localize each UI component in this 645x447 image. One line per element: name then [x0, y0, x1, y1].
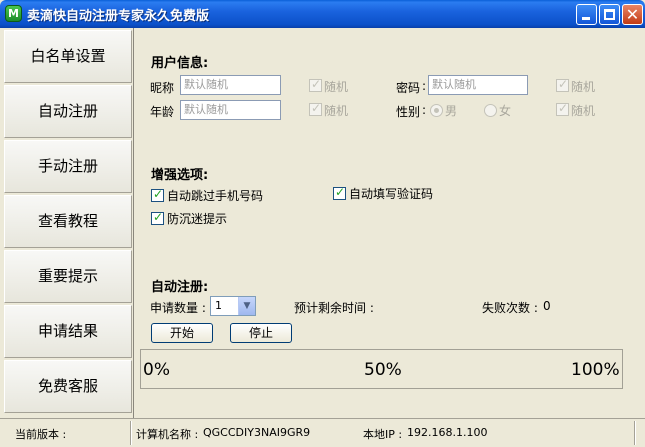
quantity-label: 申请数量 :: [150, 301, 206, 315]
gender-random-checkbox[interactable]: ✓: [556, 101, 569, 116]
status-divider: [634, 421, 636, 445]
ip-value: 192.168.1.100: [407, 426, 488, 439]
sidebar-item-manual-register[interactable]: 手动注册: [4, 140, 132, 193]
app-icon: M: [5, 5, 22, 22]
male-label: 男: [445, 104, 458, 118]
progress-bar: 0% 50% 100%: [140, 349, 623, 389]
anti-addiction-checkbox[interactable]: ✓: [151, 210, 164, 225]
skip-phone-label: 自动跳过手机号码: [167, 189, 264, 203]
nickname-input[interactable]: 默认随机: [180, 75, 281, 95]
computer-name-label: 计算机名称 :: [136, 428, 199, 441]
sidebar: 白名单设置 自动注册 手动注册 查看教程 重要提示 申请结果 免费客服: [2, 28, 132, 418]
password-random-label: 随机: [571, 80, 596, 94]
ip-label: 本地IP :: [363, 428, 403, 441]
main-panel: 用户信息: 昵称 默认随机 ✓ 随机 密码 : 默认随机 ✓ 随机 年龄 默认随…: [133, 28, 642, 418]
check-icon: ✓: [153, 210, 164, 224]
remaining-time-label: 预计剩余时间 :: [294, 301, 374, 315]
gender-colon: :: [422, 103, 427, 117]
male-radio[interactable]: [430, 104, 443, 117]
age-random-label: 随机: [324, 104, 349, 118]
fail-count-value: 0: [543, 299, 551, 313]
age-label: 年龄: [150, 105, 175, 119]
nickname-label: 昵称: [150, 81, 175, 95]
maximize-icon: [604, 9, 615, 20]
fail-count-label: 失败次数 :: [482, 301, 538, 315]
user-info-title: 用户信息:: [151, 56, 209, 71]
sidebar-item-customer-service[interactable]: 免费客服: [4, 360, 132, 413]
radio-dot-icon: [434, 108, 439, 113]
maximize-button[interactable]: [599, 4, 620, 25]
age-input[interactable]: 默认随机: [180, 100, 281, 120]
close-icon: ✕: [625, 5, 640, 24]
progress-label-0: 0%: [143, 360, 170, 380]
sidebar-item-important-tips[interactable]: 重要提示: [4, 250, 132, 303]
female-label: 女: [499, 104, 512, 118]
auto-captcha-checkbox[interactable]: ✓: [333, 185, 346, 200]
check-icon: ✓: [311, 101, 322, 115]
check-icon: ✓: [311, 77, 322, 91]
female-radio[interactable]: [484, 104, 497, 117]
anti-addiction-label: 防沉迷提示: [167, 212, 228, 226]
gender-label: 性别: [396, 105, 421, 119]
check-icon: ✓: [558, 101, 569, 115]
sidebar-item-tutorial[interactable]: 查看教程: [4, 195, 132, 248]
quantity-select[interactable]: 1 ▼: [210, 296, 256, 316]
close-button[interactable]: ✕: [622, 4, 643, 25]
version-label: 当前版本 :: [15, 428, 67, 441]
progress-label-100: 100%: [571, 360, 620, 380]
check-icon: ✓: [558, 77, 569, 91]
check-icon: ✓: [153, 187, 164, 201]
sidebar-item-whitelist[interactable]: 白名单设置: [4, 30, 132, 83]
app-window: M 卖滴快自动注册专家永久免费版 ✕ 白名单设置 自动注册 手动注册 查看教程 …: [0, 0, 645, 447]
check-icon: ✓: [335, 185, 346, 199]
age-random-checkbox[interactable]: ✓: [309, 101, 322, 116]
minimize-button[interactable]: [576, 4, 597, 25]
computer-name-value: QGCCDIY3NAI9GR9: [203, 426, 311, 439]
password-random-checkbox[interactable]: ✓: [556, 77, 569, 92]
start-button[interactable]: 开始: [151, 323, 213, 343]
stop-button[interactable]: 停止: [230, 323, 292, 343]
progress-label-50: 50%: [364, 360, 402, 380]
skip-phone-checkbox[interactable]: ✓: [151, 187, 164, 202]
nickname-random-label: 随机: [324, 80, 349, 94]
password-label: 密码: [396, 81, 421, 95]
auto-register-title: 自动注册:: [151, 280, 209, 295]
sidebar-item-auto-register[interactable]: 自动注册: [4, 85, 132, 138]
minimize-icon: [582, 17, 590, 20]
chevron-down-icon[interactable]: ▼: [238, 297, 255, 315]
auto-captcha-label: 自动填写验证码: [349, 187, 434, 201]
enhance-title: 增强选项:: [151, 168, 209, 183]
gender-random-label: 随机: [571, 104, 596, 118]
quantity-value: 1: [215, 299, 222, 312]
nickname-random-checkbox[interactable]: ✓: [309, 77, 322, 92]
password-colon: :: [422, 79, 427, 93]
status-divider: [130, 421, 132, 445]
status-bar: 当前版本 : 计算机名称 : QGCCDIY3NAI9GR9 本地IP : 19…: [0, 418, 645, 447]
sidebar-item-results[interactable]: 申请结果: [4, 305, 132, 358]
title-bar[interactable]: M 卖滴快自动注册专家永久免费版 ✕: [0, 0, 645, 28]
window-title: 卖滴快自动注册专家永久免费版: [27, 9, 210, 24]
password-input[interactable]: 默认随机: [428, 75, 528, 95]
